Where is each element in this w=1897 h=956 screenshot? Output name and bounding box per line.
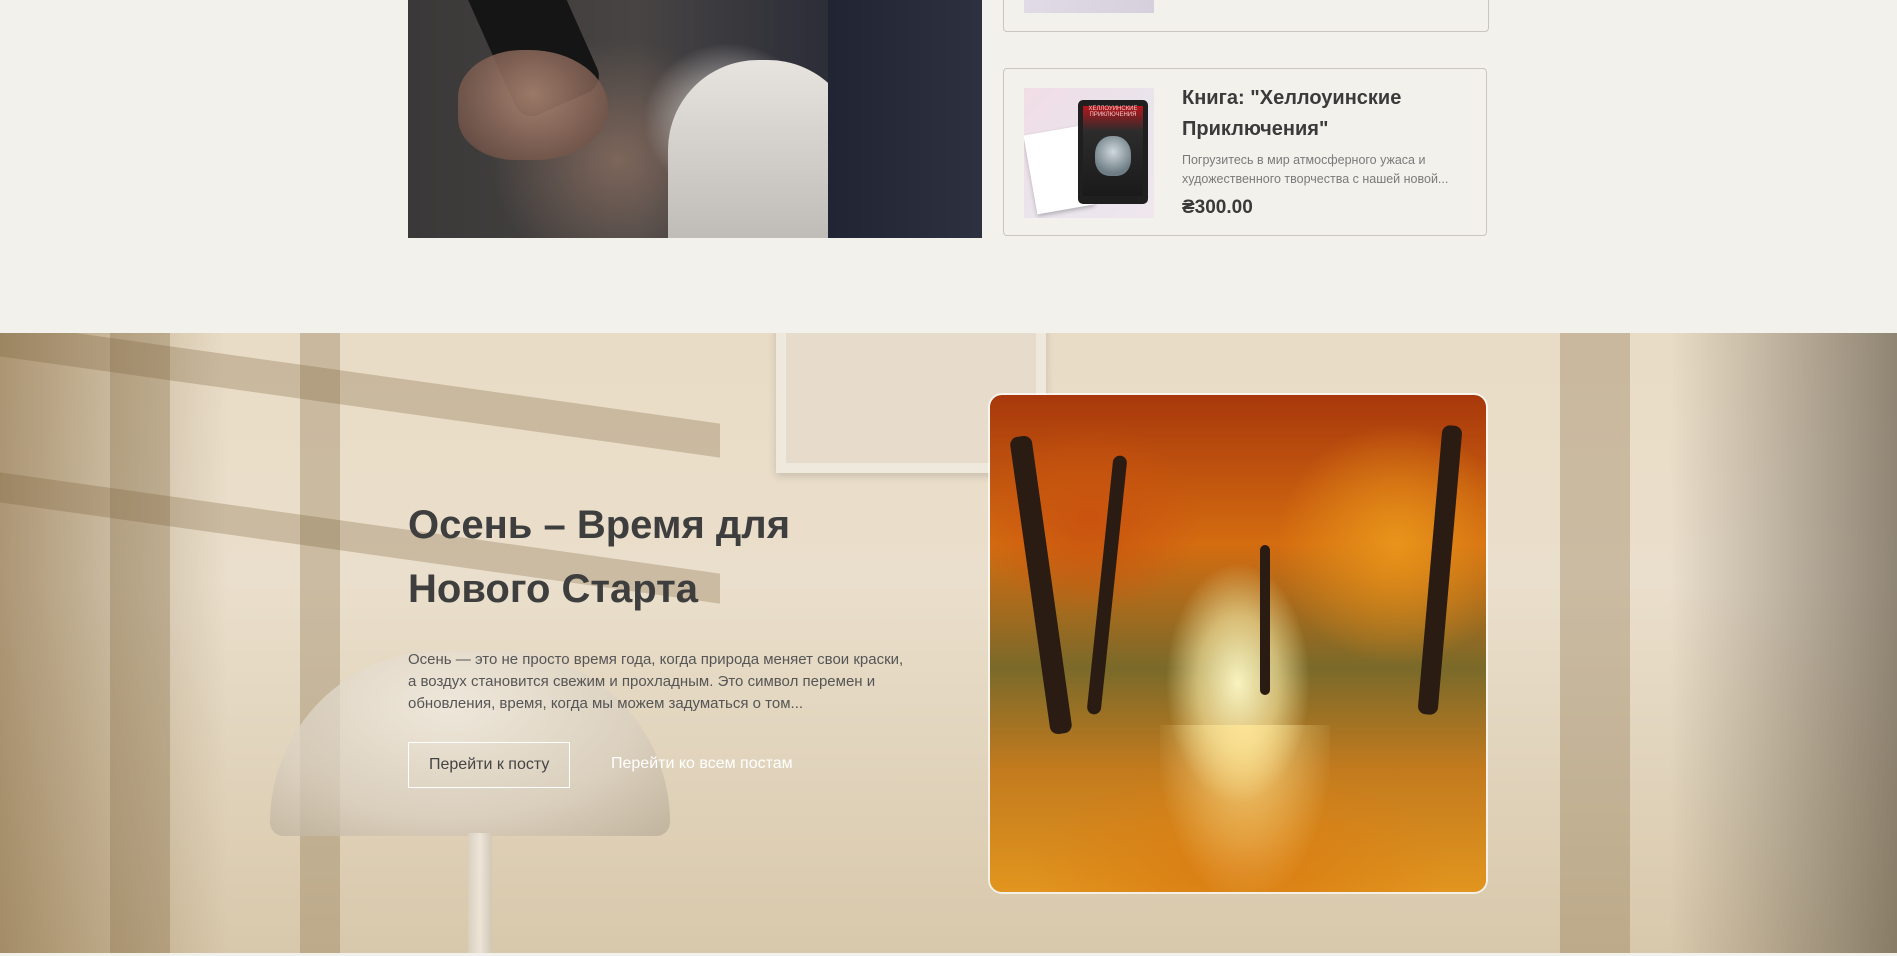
- product-title[interactable]: Книга: "Хеллоуинские Приключения": [1182, 83, 1472, 145]
- blog-feature-section: Осень – Время для Нового Старта Осень — …: [0, 333, 1897, 953]
- product-thumbnail[interactable]: ХЕЛЛОУИНСКИЕ ПРИКЛЮЧЕНИЯ: [1024, 88, 1154, 218]
- hand-image: [458, 50, 608, 160]
- jacket-image: [828, 0, 982, 238]
- tree-trunk: [1260, 545, 1270, 695]
- autumn-forest-image: [990, 395, 1486, 892]
- lamp-stem-image: [468, 833, 492, 953]
- product-thumbnail: [1024, 0, 1154, 13]
- product-description: Погрузитесь в мир атмосферного ужаса и х…: [1182, 151, 1472, 189]
- hero-photo: [408, 0, 982, 238]
- product-description-line-1: Погрузитесь в мир атмосферного ужаса и: [1182, 153, 1426, 167]
- go-to-post-button[interactable]: Перейти к посту: [408, 742, 571, 788]
- skull-image: [1095, 136, 1131, 176]
- window-shadow: [0, 333, 720, 458]
- window-shadow: [110, 333, 170, 953]
- tree-trunk: [1086, 454, 1128, 716]
- blog-post-excerpt: Осень — это не просто время года, когда …: [408, 651, 904, 712]
- product-card-previous[interactable]: [1003, 0, 1489, 32]
- product-card[interactable]: ХЕЛЛОУИНСКИЕ ПРИКЛЮЧЕНИЯ Книга: "Хеллоуи…: [1003, 68, 1487, 236]
- tablet-screen: ХЕЛЛОУИНСКИЕ ПРИКЛЮЧЕНИЯ: [1083, 106, 1143, 196]
- product-price: ₴300.00: [1182, 197, 1253, 218]
- product-description-line-2: художественного творчества с нашей новой…: [1182, 172, 1449, 186]
- tablet-image: ХЕЛЛОУИНСКИЕ ПРИКЛЮЧЕНИЯ: [1078, 100, 1148, 204]
- blog-post-title: Осень – Время для Нового Старта: [408, 503, 791, 611]
- window-shadow: [300, 333, 340, 953]
- all-posts-link[interactable]: Перейти ко всем постам: [611, 755, 793, 773]
- book-cover-title: ХЕЛЛОУИНСКИЕ ПРИКЛЮЧЕНИЯ: [1088, 106, 1138, 118]
- window-shadow: [1560, 333, 1630, 953]
- tree-trunk: [1417, 424, 1463, 716]
- tree-trunk: [1009, 434, 1073, 736]
- forest-path: [1160, 725, 1330, 892]
